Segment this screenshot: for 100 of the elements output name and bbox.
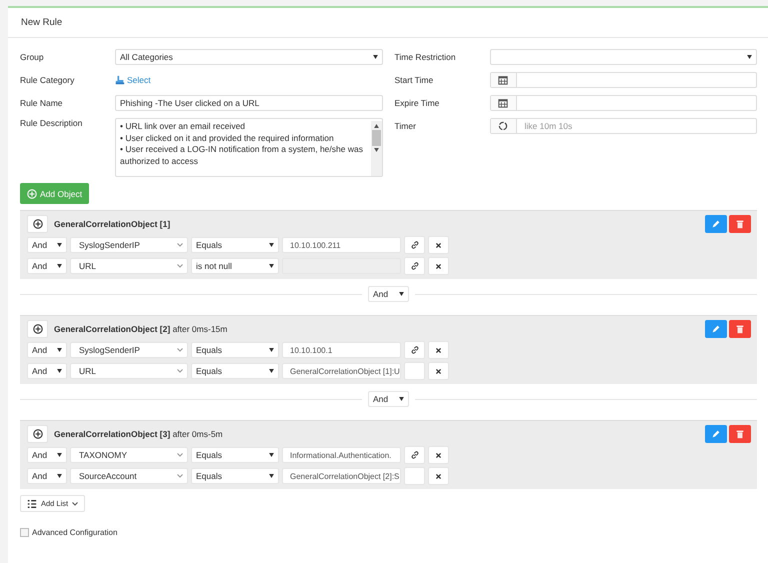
field-label: Rule Description	[20, 118, 84, 128]
caret-icon	[57, 453, 62, 457]
join-select[interactable]: And	[27, 447, 67, 463]
join-select[interactable]: And	[27, 363, 67, 379]
caret-icon	[269, 369, 274, 373]
chevron-down-icon	[177, 453, 183, 457]
scrollbar-thumb[interactable]	[372, 130, 380, 146]
remove-button[interactable]	[428, 446, 449, 464]
caret-icon	[399, 292, 404, 296]
caret-icon	[269, 243, 274, 247]
field-select[interactable]: SyslogSenderIP	[70, 237, 188, 253]
connector-select[interactable]: And	[368, 391, 409, 407]
field-select[interactable]: TAXONOMY	[70, 447, 188, 463]
scroll-up-icon	[374, 124, 378, 128]
pencil-icon	[711, 219, 721, 229]
group-select[interactable]: All Categories	[115, 49, 382, 65]
link-icon	[410, 261, 420, 271]
edit-button[interactable]	[705, 425, 727, 443]
list-icon	[27, 498, 37, 508]
remove-button[interactable]	[428, 467, 449, 485]
link-icon	[410, 450, 420, 460]
operator-select[interactable]: Equals	[191, 237, 279, 253]
link-button[interactable]	[404, 236, 425, 254]
add-condition-button[interactable]	[27, 320, 48, 338]
pencil-icon	[711, 324, 721, 334]
plus-circle-icon	[27, 188, 37, 198]
caret-icon	[747, 55, 752, 59]
close-icon	[435, 346, 442, 354]
refresh-icon	[498, 121, 508, 131]
caret-icon	[57, 474, 62, 478]
remove-button[interactable]	[428, 362, 449, 380]
rule-description-field[interactable]: • URL link over an email received • User clicked on it and provided the required information • User received a LOG-IN notification from a system, he/she was authorized to access	[115, 118, 382, 177]
close-icon	[435, 242, 442, 248]
field-select[interactable]: SourceAccount	[70, 468, 188, 484]
edit-button[interactable]	[705, 320, 727, 338]
operator-select[interactable]: Equals	[191, 342, 279, 358]
remove-button[interactable]	[428, 341, 449, 359]
object-title: GeneralCorrelationObject [2] after 0ms-15m	[54, 324, 228, 334]
trash-icon	[735, 429, 745, 439]
operator-select[interactable]: Equals	[191, 447, 279, 463]
checkbox[interactable]	[20, 528, 29, 537]
operator-select[interactable]: Equals	[191, 468, 279, 484]
join-select[interactable]: And	[27, 237, 67, 253]
rule-name-field[interactable]: Phishing -The User clicked on a URL	[115, 95, 382, 111]
caret-icon	[269, 264, 274, 268]
chevron-down-icon	[177, 474, 183, 478]
chevron-down-icon	[177, 243, 183, 247]
date-field[interactable]	[490, 95, 757, 111]
connector-select[interactable]: And	[368, 286, 409, 302]
field-label: Start Time	[394, 75, 434, 85]
panel-title: New Rule	[21, 17, 62, 28]
link-button[interactable]	[404, 341, 425, 359]
field-select[interactable]: SyslogSenderIP	[70, 342, 188, 358]
delete-button[interactable]	[729, 425, 751, 443]
value-field[interactable]: 10.10.100.1	[282, 342, 401, 358]
field-select[interactable]: URL	[70, 363, 188, 379]
close-icon	[435, 262, 442, 270]
chevron-down-icon	[177, 348, 183, 352]
caret-icon	[269, 453, 274, 457]
link-icon	[410, 345, 420, 355]
object-title: GeneralCorrelationObject [1]	[54, 219, 170, 229]
value-field[interactable]: GeneralCorrelationObject [1]:U	[282, 363, 401, 379]
trash-icon	[735, 324, 745, 334]
field-label: Rule Category	[20, 75, 76, 85]
caret-icon	[57, 369, 62, 373]
remove-button[interactable]	[428, 257, 449, 275]
caret-icon	[372, 55, 378, 59]
plus-circle-icon	[32, 324, 42, 334]
trash-icon	[735, 219, 745, 229]
plus-circle-icon	[32, 429, 42, 439]
plus-circle-icon	[32, 219, 42, 229]
delete-button[interactable]	[729, 320, 751, 338]
select-link[interactable]: Select	[115, 75, 151, 85]
add-condition-button[interactable]	[27, 215, 48, 233]
scroll-down-icon	[374, 148, 378, 152]
chevron-down-icon	[177, 369, 183, 373]
value-field[interactable]: GeneralCorrelationObject [2]:S	[282, 468, 401, 484]
edit-button[interactable]	[705, 215, 727, 233]
join-select[interactable]: And	[27, 468, 67, 484]
link-icon	[410, 240, 420, 250]
caret-icon	[269, 348, 274, 352]
delete-button[interactable]	[729, 215, 751, 233]
value-field[interactable]: Informational.Authentication.	[282, 447, 401, 463]
join-select[interactable]: And	[27, 342, 67, 358]
caret-icon	[57, 264, 62, 268]
close-icon	[435, 472, 442, 480]
operator-select[interactable]: Equals	[191, 363, 279, 379]
remove-button[interactable]	[428, 236, 449, 254]
link-button[interactable]	[404, 446, 425, 464]
caret-icon	[399, 397, 404, 401]
caret-icon	[269, 474, 274, 478]
value-field[interactable]: 10.10.100.211	[282, 237, 401, 253]
field-label: Timer	[394, 121, 417, 131]
date-field[interactable]	[490, 72, 757, 88]
chevron-down-icon	[72, 502, 78, 506]
chevron-down-icon	[177, 264, 183, 268]
add-condition-button[interactable]	[27, 425, 48, 443]
close-icon	[435, 452, 442, 458]
field-label: Time Restriction	[394, 52, 457, 62]
field-label: Group	[20, 52, 45, 62]
